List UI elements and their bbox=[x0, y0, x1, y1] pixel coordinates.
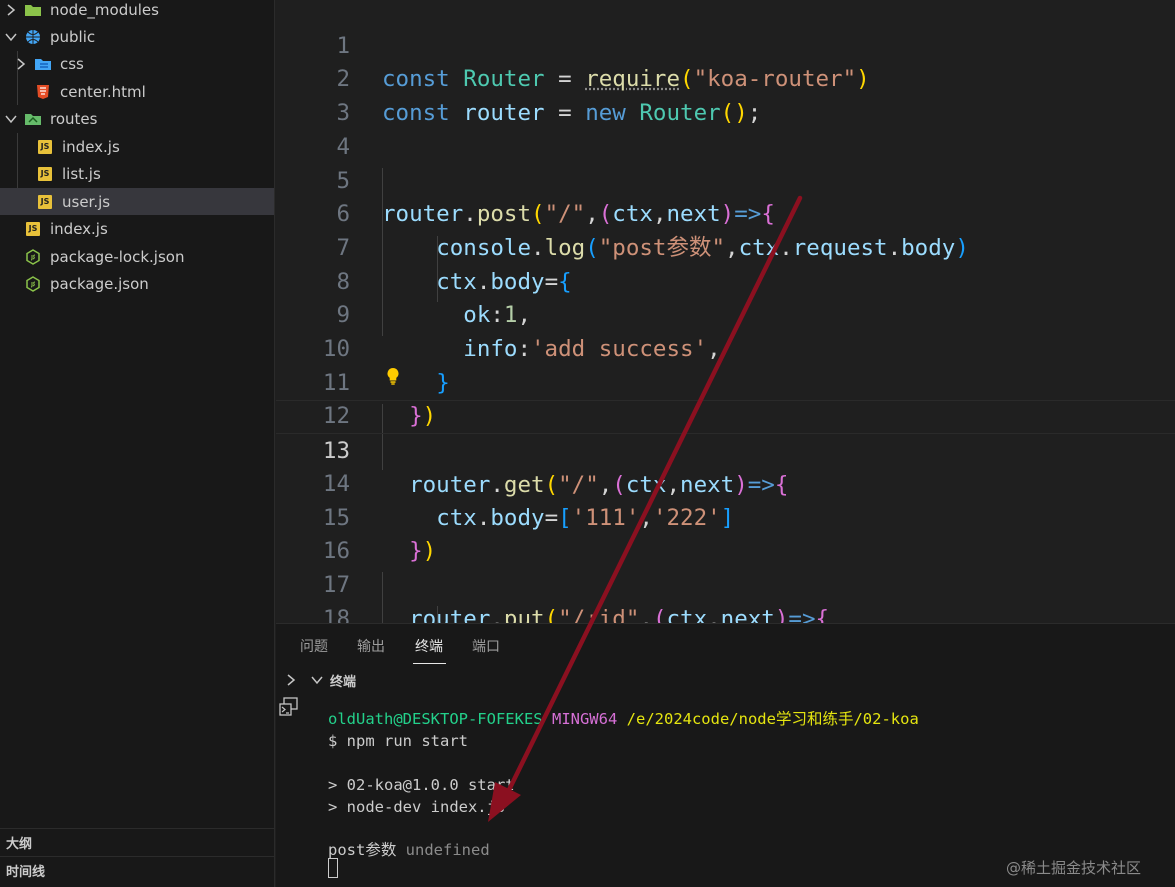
explorer-sidebar: node_modules public css center.html rout… bbox=[0, 0, 275, 887]
prompt-path: /e/2024code/node学习和练手/02-koa bbox=[626, 710, 919, 728]
js-file-icon: JS bbox=[38, 194, 52, 209]
chevron-right-icon bbox=[4, 3, 18, 17]
code-editor[interactable]: 1 const Router = require("koa-router") 2… bbox=[276, 0, 1175, 623]
code-line-17[interactable]: 17 router.put("/:id",(ctx,next)=>{ bbox=[276, 535, 1175, 623]
tree-item-label: list.js bbox=[62, 164, 101, 183]
bottom-panel: 问题 输出 终端 端口 终端 oldUath@DESKTOP-FOFEKES M… bbox=[276, 623, 1175, 887]
code-line-12[interactable]: 12 bbox=[276, 367, 1175, 429]
tree-item-label: public bbox=[50, 27, 96, 46]
code-line-13[interactable]: 13 router.get("/",(ctx,next)=>{ bbox=[276, 400, 1175, 498]
tree-item-label: routes bbox=[50, 109, 98, 128]
tree-item-label: center.html bbox=[60, 82, 146, 101]
tree-item-routes-index-js[interactable]: JS index.js bbox=[0, 133, 274, 160]
tab-problems[interactable]: 问题 bbox=[300, 636, 328, 656]
tab-terminal[interactable]: 终端 bbox=[415, 636, 443, 656]
js-file-icon: JS bbox=[38, 139, 52, 154]
chevron-right-icon bbox=[14, 57, 28, 71]
tree-item-user-js[interactable]: JS user.js bbox=[0, 188, 274, 215]
code-line-11[interactable]: 11 }) bbox=[276, 333, 1175, 430]
tree-item-label: package.json bbox=[50, 274, 149, 293]
tree-item-center-html[interactable]: center.html bbox=[0, 78, 274, 105]
terminal-title: 终端 bbox=[330, 674, 357, 690]
log-value: undefined bbox=[405, 841, 490, 859]
tree-item-label: index.js bbox=[62, 137, 120, 156]
terminal-section-header[interactable]: 终端 bbox=[276, 666, 1175, 694]
tree-item-public[interactable]: public bbox=[0, 23, 274, 50]
timeline-label: 时间线 bbox=[6, 865, 46, 880]
folder-css-icon bbox=[34, 56, 52, 72]
code-line-9[interactable]: 9 info:'add success', bbox=[276, 266, 1175, 362]
tree-item-index-js[interactable]: JS index.js bbox=[0, 215, 274, 242]
terminal-command-line: $ npm run start bbox=[328, 732, 468, 750]
tree-item-list-js[interactable]: JS list.js bbox=[0, 160, 274, 187]
outline-label: 大纲 bbox=[6, 837, 33, 852]
lightbulb-icon[interactable] bbox=[386, 367, 400, 385]
timeline-section-header[interactable]: 时间线 bbox=[0, 856, 274, 884]
prompt-user: oldUath@DESKTOP-FOFEKES bbox=[328, 710, 543, 728]
code-line-18[interactable]: 18 ctx.body={ bbox=[276, 569, 1175, 623]
nodejs-json-icon bbox=[24, 248, 42, 265]
code-line-6[interactable]: 6 console.log("post参数",ctx.request.body) bbox=[276, 165, 1175, 261]
tree-item-label: user.js bbox=[62, 192, 111, 211]
tree-item-label: index.js bbox=[50, 219, 108, 238]
panel-tab-bar: 问题 输出 终端 端口 bbox=[276, 624, 1175, 666]
code-line-10[interactable]: 10 } bbox=[276, 299, 1175, 396]
folder-green-icon bbox=[24, 2, 42, 18]
code-line-7[interactable]: 7 ctx.body={ bbox=[276, 198, 1175, 295]
code-line-2[interactable]: 2 const router = new Router(); bbox=[276, 30, 1175, 126]
tree-item-node-modules[interactable]: node_modules bbox=[0, 0, 274, 23]
terminal-icon[interactable] bbox=[278, 696, 300, 718]
log-label: post参数 bbox=[328, 841, 397, 859]
tree-item-label: package-lock.json bbox=[50, 247, 185, 266]
terminal-prompt-line: oldUath@DESKTOP-FOFEKES MINGW64 /e/2024c… bbox=[328, 708, 919, 730]
chevron-down-icon bbox=[4, 30, 18, 44]
terminal-log-line: post参数 undefined bbox=[328, 839, 490, 861]
tree-item-package-json[interactable]: package.json bbox=[0, 270, 274, 297]
tree-item-css[interactable]: css bbox=[0, 50, 274, 77]
code-line-15[interactable]: 15 }) bbox=[276, 468, 1175, 565]
chevron-right-icon[interactable] bbox=[284, 673, 298, 687]
watermark: @稀土掘金技术社区 bbox=[1006, 859, 1142, 877]
code-line-4[interactable]: 4 bbox=[276, 97, 1175, 160]
tree-item-routes[interactable]: routes bbox=[0, 105, 274, 132]
code-line-16[interactable]: 16 bbox=[276, 502, 1175, 564]
folder-public-icon bbox=[24, 29, 42, 45]
terminal-cursor bbox=[328, 858, 338, 878]
outline-section-header[interactable]: 大纲 bbox=[0, 828, 274, 856]
code-line-19[interactable]: 19 ok:1 bbox=[276, 603, 1175, 623]
prompt-shell: MINGW64 bbox=[551, 710, 618, 728]
terminal-script-line: > 02-koa@1.0.0 start bbox=[328, 776, 515, 794]
code-line-3[interactable]: 3 bbox=[276, 63, 1175, 126]
active-tab-indicator bbox=[413, 663, 446, 664]
code-line-1[interactable]: 1 const Router = require("koa-router") bbox=[276, 0, 1175, 93]
terminal-side-strip bbox=[276, 694, 304, 887]
tree-item-label: css bbox=[60, 54, 84, 73]
tab-output[interactable]: 输出 bbox=[357, 636, 385, 656]
tree-item-package-lock-json[interactable]: package-lock.json bbox=[0, 243, 274, 270]
folder-routes-icon bbox=[24, 111, 42, 127]
chevron-down-icon[interactable] bbox=[310, 673, 324, 687]
tree-item-label: node_modules bbox=[50, 0, 159, 19]
code-line-8[interactable]: 8 ok:1, bbox=[276, 232, 1175, 329]
html5-icon bbox=[34, 84, 52, 100]
code-line-14[interactable]: 14 ctx.body=['111','222'] bbox=[276, 434, 1175, 531]
tab-ports[interactable]: 端口 bbox=[472, 636, 500, 656]
nodejs-json-icon bbox=[24, 275, 42, 292]
chevron-down-icon bbox=[4, 112, 18, 126]
terminal-script-cmd: > node-dev index.js bbox=[328, 798, 506, 816]
js-file-icon: JS bbox=[26, 221, 40, 236]
code-line-5[interactable]: 5 router.post("/",(ctx,next)=>{ bbox=[276, 131, 1175, 228]
js-file-icon: JS bbox=[38, 166, 52, 181]
